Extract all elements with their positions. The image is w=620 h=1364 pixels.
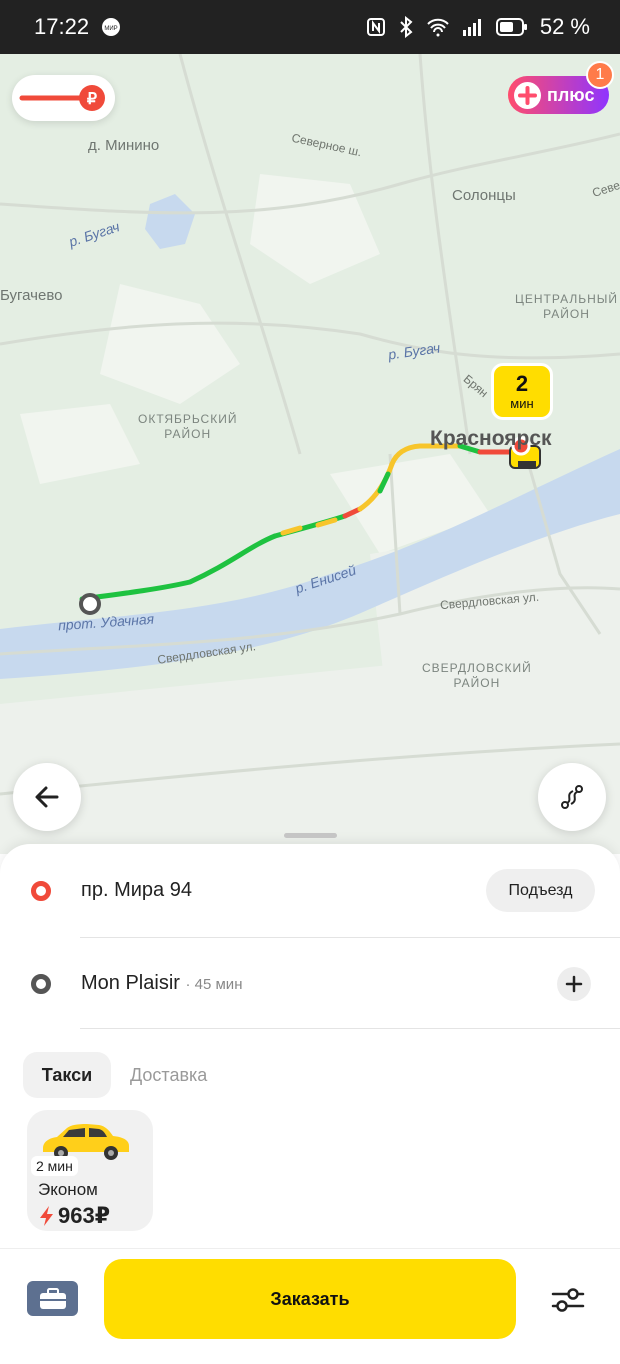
map-label-central-district: ЦЕНТРАЛЬНЫЙ РАЙОН bbox=[515, 292, 619, 321]
sliders-icon bbox=[551, 1288, 585, 1312]
tariff-price-row: 963₽ bbox=[38, 1203, 110, 1229]
route-overview-button[interactable] bbox=[538, 763, 606, 831]
destination-dot-icon bbox=[31, 974, 51, 994]
map-label-solontsy: Солонцы bbox=[452, 187, 516, 204]
destination-address: Mon Plaisir bbox=[81, 972, 180, 994]
wifi-icon bbox=[426, 17, 450, 37]
map-label-city: Красноярск bbox=[430, 427, 552, 450]
tab-taxi[interactable]: Такси bbox=[23, 1052, 111, 1098]
plus-icon bbox=[565, 975, 583, 993]
destination-text: Mon Plaisir · 45 мин bbox=[81, 972, 242, 995]
arrow-left-icon bbox=[35, 786, 59, 808]
pickup-dot-icon bbox=[31, 881, 51, 901]
surge-slider-icon: ₽ bbox=[19, 85, 105, 111]
tariff-price: 963₽ bbox=[58, 1203, 111, 1228]
pickup-address: пр. Мира 94 bbox=[81, 879, 192, 901]
briefcase-icon bbox=[39, 1287, 66, 1309]
add-stop-button[interactable] bbox=[557, 967, 591, 1001]
svg-text:МИР: МИР bbox=[104, 26, 117, 32]
map-label-bugachevo: Бугачево bbox=[0, 287, 63, 304]
notification-badge: 1 bbox=[586, 61, 614, 89]
sheet-grabber[interactable] bbox=[284, 833, 337, 838]
payment-business-button[interactable] bbox=[27, 1281, 78, 1316]
map-label-sverdlovsky-district: СВЕРДЛОВСКИЙ РАЙОН bbox=[422, 661, 532, 690]
mir-icon: МИР bbox=[101, 17, 121, 37]
eta-value: 2 bbox=[515, 371, 529, 396]
order-button[interactable]: Заказать bbox=[104, 1259, 516, 1339]
bluetooth-icon bbox=[398, 16, 414, 38]
surge-toggle[interactable]: ₽ bbox=[12, 75, 115, 121]
status-bar: 17:22 МИР 52 % bbox=[0, 0, 620, 54]
plus-label: плюс bbox=[547, 84, 595, 105]
clock: 17:22 bbox=[34, 14, 90, 39]
order-settings-button[interactable] bbox=[548, 1280, 588, 1320]
entrance-button[interactable]: Подъезд bbox=[486, 869, 595, 912]
map-label-oktyabrsky-district: ОКТЯБРЬСКИЙ РАЙОН bbox=[138, 412, 238, 441]
eta-unit: мин bbox=[510, 396, 534, 411]
back-button[interactable] bbox=[13, 763, 81, 831]
svg-text:₽: ₽ bbox=[87, 91, 97, 108]
map-canvas bbox=[0, 54, 620, 854]
map[interactable]: д. Минино Северное ш. Солонцы Севе р. Бу… bbox=[0, 54, 620, 854]
battery-icon bbox=[495, 18, 528, 36]
route-icon bbox=[561, 785, 583, 809]
destination-duration: · 45 мин bbox=[185, 976, 243, 993]
plus-logo-icon bbox=[514, 81, 541, 109]
battery-percent: 52 % bbox=[539, 14, 590, 39]
destination-row[interactable]: Mon Plaisir · 45 мин bbox=[0, 938, 620, 1030]
divider bbox=[80, 1028, 620, 1029]
eta-bubble: 2 мин bbox=[491, 363, 553, 420]
map-label-minino: д. Минино bbox=[88, 137, 160, 154]
tab-delivery[interactable]: Доставка bbox=[130, 1052, 207, 1098]
nfc-icon bbox=[366, 17, 386, 37]
tariff-eta: 2 мин bbox=[31, 1156, 78, 1176]
tariff-name: Эконом bbox=[38, 1180, 98, 1199]
signal-icon bbox=[462, 18, 484, 36]
lightning-icon bbox=[40, 1206, 53, 1226]
